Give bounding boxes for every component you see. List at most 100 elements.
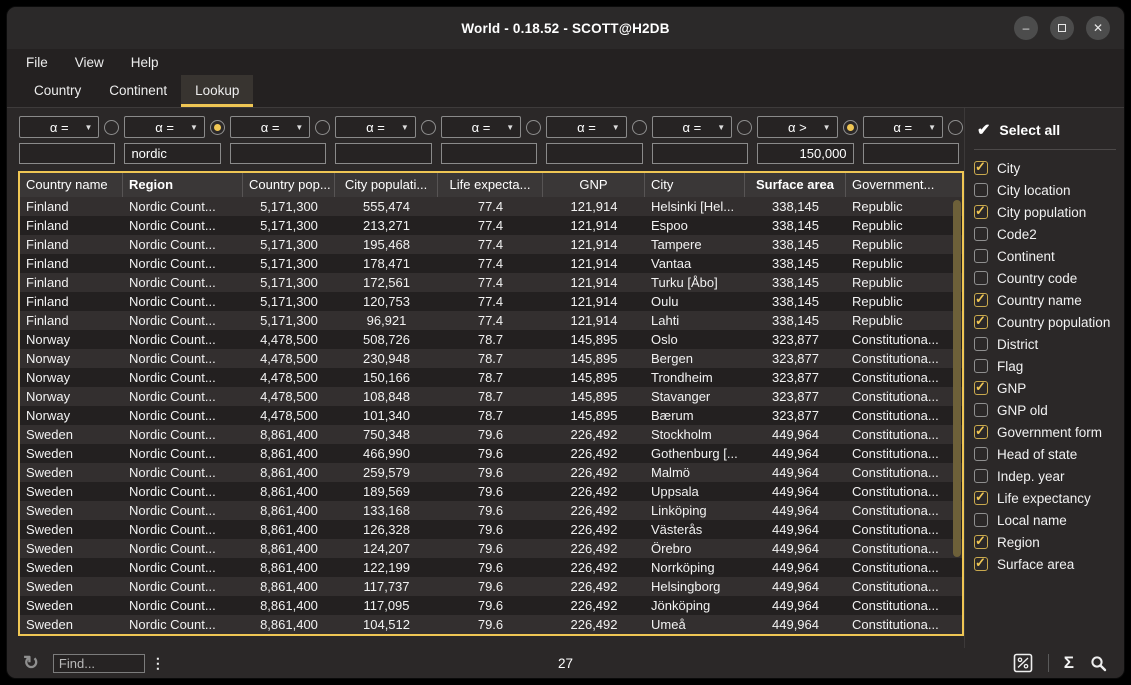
filter-operator-dropdown[interactable]: α =▼ [652, 116, 732, 138]
minimize-button[interactable]: – [1014, 16, 1038, 40]
table-row[interactable]: SwedenNordic Count...8,861,400189,56979.… [20, 482, 962, 501]
column-header[interactable]: City populati... [335, 173, 438, 197]
filter-operator-dropdown[interactable]: α >▼ [757, 116, 837, 138]
filter-active-radio[interactable] [632, 120, 647, 135]
menu-help[interactable]: Help [131, 55, 159, 70]
table-row[interactable]: SwedenNordic Count...8,861,400259,57979.… [20, 463, 962, 482]
column-toggle-item[interactable]: Region [974, 531, 1120, 553]
column-toggle-item[interactable]: Head of state [974, 443, 1120, 465]
checkbox-unchecked-icon[interactable] [974, 359, 988, 373]
filter-active-radio[interactable] [210, 120, 225, 135]
filter-value-input[interactable] [546, 143, 642, 164]
table-row[interactable]: FinlandNordic Count...5,171,300195,46877… [20, 235, 962, 254]
filter-active-radio[interactable] [104, 120, 119, 135]
column-toggle-item[interactable]: Country code [974, 267, 1120, 289]
checkbox-unchecked-icon[interactable] [974, 271, 988, 285]
table-row[interactable]: SwedenNordic Count...8,861,400750,34879.… [20, 425, 962, 444]
column-toggle-item[interactable]: Country name [974, 289, 1120, 311]
column-toggle-item[interactable]: City population [974, 201, 1120, 223]
table-row[interactable]: NorwayNordic Count...4,478,500108,84878.… [20, 387, 962, 406]
table-row[interactable]: SwedenNordic Count...8,861,400133,16879.… [20, 501, 962, 520]
checkbox-unchecked-icon[interactable] [974, 513, 988, 527]
maximize-button[interactable] [1050, 16, 1074, 40]
filter-operator-dropdown[interactable]: α =▼ [19, 116, 99, 138]
filter-value-input[interactable] [863, 143, 959, 164]
table-row[interactable]: SwedenNordic Count...8,861,400104,51279.… [20, 615, 962, 634]
column-header[interactable]: Country pop... [243, 173, 335, 197]
chart-percent-icon[interactable] [1013, 653, 1033, 673]
checkbox-checked-icon[interactable] [974, 491, 988, 505]
table-row[interactable]: FinlandNordic Count...5,171,300555,47477… [20, 197, 962, 216]
table-row[interactable]: FinlandNordic Count...5,171,300178,47177… [20, 254, 962, 273]
tab-country[interactable]: Country [20, 75, 95, 107]
checkbox-unchecked-icon[interactable] [974, 469, 988, 483]
filter-operator-dropdown[interactable]: α =▼ [124, 116, 204, 138]
table-row[interactable]: NorwayNordic Count...4,478,500101,34078.… [20, 406, 962, 425]
column-toggle-item[interactable]: Code2 [974, 223, 1120, 245]
checkbox-checked-icon[interactable] [974, 161, 988, 175]
checkbox-checked-icon[interactable] [974, 557, 988, 571]
column-header[interactable]: Government... [846, 173, 962, 197]
table-row[interactable]: FinlandNordic Count...5,171,300120,75377… [20, 292, 962, 311]
checkbox-checked-icon[interactable] [974, 381, 988, 395]
filter-active-radio[interactable] [737, 120, 752, 135]
checkbox-unchecked-icon[interactable] [974, 227, 988, 241]
vertical-scrollbar-thumb[interactable] [953, 200, 961, 557]
checkbox-unchecked-icon[interactable] [974, 447, 988, 461]
checkbox-unchecked-icon[interactable] [974, 249, 988, 263]
checkbox-unchecked-icon[interactable] [974, 337, 988, 351]
filter-active-radio[interactable] [315, 120, 330, 135]
table-row[interactable]: NorwayNordic Count...4,478,500230,94878.… [20, 349, 962, 368]
filter-value-input[interactable] [441, 143, 537, 164]
checkbox-checked-icon[interactable] [974, 425, 988, 439]
menu-file[interactable]: File [26, 55, 48, 70]
column-toggle-item[interactable]: Continent [974, 245, 1120, 267]
tab-continent[interactable]: Continent [95, 75, 181, 107]
more-options-icon[interactable]: ⋮ [151, 655, 165, 672]
table-row[interactable]: NorwayNordic Count...4,478,500150,16678.… [20, 368, 962, 387]
column-header[interactable]: City [645, 173, 745, 197]
filter-operator-dropdown[interactable]: α =▼ [546, 116, 626, 138]
close-button[interactable]: ✕ [1086, 16, 1110, 40]
checkbox-checked-icon[interactable] [974, 315, 988, 329]
table-row[interactable]: SwedenNordic Count...8,861,400126,32879.… [20, 520, 962, 539]
column-toggle-item[interactable]: GNP [974, 377, 1120, 399]
column-toggle-item[interactable]: Country population [974, 311, 1120, 333]
column-header[interactable]: Country name [20, 173, 123, 197]
column-header[interactable]: Life expecta... [438, 173, 543, 197]
table-row[interactable]: SwedenNordic Count...8,861,400124,20779.… [20, 539, 962, 558]
checkbox-unchecked-icon[interactable] [974, 403, 988, 417]
select-all-control[interactable]: ✔ Select all [974, 117, 1120, 149]
find-input[interactable] [53, 654, 145, 673]
column-header[interactable]: Region [123, 173, 243, 197]
filter-operator-dropdown[interactable]: α =▼ [441, 116, 521, 138]
column-toggle-item[interactable]: City [974, 157, 1120, 179]
menu-view[interactable]: View [75, 55, 104, 70]
column-toggle-item[interactable]: Surface area [974, 553, 1120, 575]
filter-value-input[interactable] [757, 143, 853, 164]
table-row[interactable]: SwedenNordic Count...8,861,400122,19979.… [20, 558, 962, 577]
filter-operator-dropdown[interactable]: α =▼ [335, 116, 415, 138]
filter-active-radio[interactable] [526, 120, 541, 135]
column-toggle-item[interactable]: Flag [974, 355, 1120, 377]
filter-value-input[interactable] [335, 143, 431, 164]
column-toggle-item[interactable]: City location [974, 179, 1120, 201]
filter-active-radio[interactable] [421, 120, 436, 135]
checkbox-checked-icon[interactable] [974, 205, 988, 219]
column-toggle-item[interactable]: Life expectancy [974, 487, 1120, 509]
column-header[interactable]: GNP [543, 173, 645, 197]
filter-value-input[interactable] [652, 143, 748, 164]
column-toggle-item[interactable]: District [974, 333, 1120, 355]
filter-value-input[interactable] [124, 143, 220, 164]
column-toggle-item[interactable]: GNP old [974, 399, 1120, 421]
search-icon[interactable] [1089, 654, 1108, 673]
column-header[interactable]: Surface area [745, 173, 846, 197]
tab-lookup[interactable]: Lookup [181, 75, 253, 107]
checkbox-unchecked-icon[interactable] [974, 183, 988, 197]
table-row[interactable]: SwedenNordic Count...8,861,400117,73779.… [20, 577, 962, 596]
column-toggle-item[interactable]: Indep. year [974, 465, 1120, 487]
checkbox-checked-icon[interactable] [974, 293, 988, 307]
column-toggle-item[interactable]: Local name [974, 509, 1120, 531]
table-row[interactable]: SwedenNordic Count...8,861,400117,09579.… [20, 596, 962, 615]
table-row[interactable]: FinlandNordic Count...5,171,30096,92177.… [20, 311, 962, 330]
